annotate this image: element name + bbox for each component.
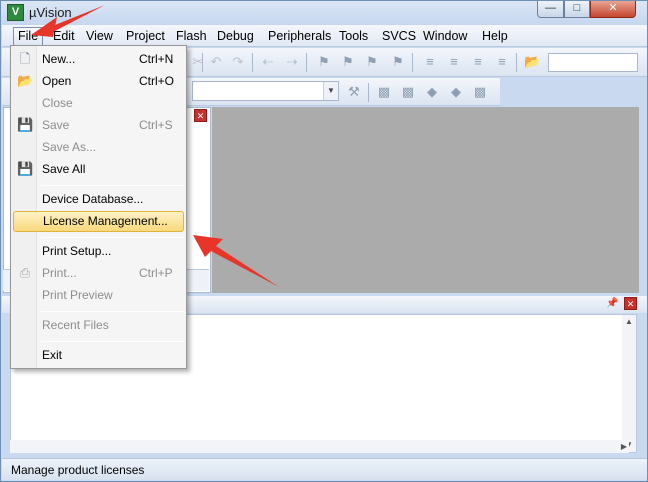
menu-separator (41, 185, 184, 186)
menu-separator (41, 341, 184, 342)
project-panel-close-icon[interactable]: ✕ (194, 109, 207, 122)
menu-item-label: Device Database... (42, 192, 144, 206)
comment-icon[interactable]: ≡ (470, 54, 486, 70)
toolbar-separator (252, 53, 253, 72)
bookmark-toggle-icon[interactable]: ⚑ (316, 54, 332, 70)
menu-item-exit[interactable]: Exit (13, 345, 184, 366)
toolbar-separator (306, 53, 307, 72)
menu-item-save[interactable]: 💾 Save Ctrl+S (13, 115, 184, 136)
menu-item-label: New... (42, 52, 76, 66)
menu-item-label: Print Setup... (42, 244, 112, 258)
save-all-icon: 💾 (17, 161, 34, 176)
menu-bar: File Edit View Project Flash Debug Perip… (2, 25, 647, 47)
find-in-files-icon[interactable]: 📂 (524, 54, 540, 70)
cut-icon[interactable]: ✂ (190, 54, 206, 70)
close-window-button[interactable]: ✕ (590, 1, 636, 18)
menu-separator (41, 237, 184, 238)
menu-item-print[interactable]: ⎙ Print... Ctrl+P (13, 263, 184, 284)
menu-item-device-database[interactable]: Device Database... (13, 189, 184, 210)
menu-item-label: Recent Files (42, 318, 109, 332)
menu-item-recent-files[interactable]: Recent Files (13, 315, 184, 336)
menu-separator (41, 311, 184, 312)
menu-item-shortcut: Ctrl+N (139, 52, 174, 66)
menu-item-label: Print... (42, 266, 77, 280)
menu-project[interactable]: Project (124, 28, 167, 45)
scroll-right-icon[interactable]: ▶ (621, 440, 627, 453)
menu-item-license-management[interactable]: License Management... (13, 211, 184, 232)
menu-item-label: Save As... (42, 140, 97, 154)
minimize-button[interactable]: — (537, 1, 564, 18)
title-bar: V µVision — □ ✕ (1, 1, 647, 25)
build-output-close-icon[interactable]: ✕ (624, 297, 637, 310)
open-folder-icon: 📂 (17, 73, 34, 88)
menu-item-save-as[interactable]: Save As... (13, 137, 184, 158)
indent-icon[interactable]: ≡ (422, 54, 438, 70)
print-icon: ⎙ (19, 265, 31, 280)
menu-item-print-setup[interactable]: Print Setup... (13, 241, 184, 262)
select-packs-icon[interactable]: ▩ (400, 84, 416, 100)
nav-forward-icon[interactable]: ⇢ (284, 54, 300, 70)
menu-flash[interactable]: Flash (174, 28, 209, 45)
menu-svcs[interactable]: SVCS (380, 28, 418, 45)
undo-icon[interactable]: ↶ (208, 54, 224, 70)
save-icon: 💾 (17, 117, 34, 132)
menu-file[interactable]: File (13, 27, 44, 46)
menu-item-label: Open (42, 74, 72, 88)
menu-item-shortcut: Ctrl+S (139, 118, 173, 132)
toolbar-separator (412, 53, 413, 72)
menu-item-save-all[interactable]: 💾 Save All (13, 159, 184, 180)
unindent-icon[interactable]: ≡ (446, 54, 462, 70)
menu-item-close[interactable]: Close (13, 93, 184, 114)
status-text: Manage product licenses (11, 463, 145, 477)
menu-item-label: Save (42, 118, 70, 132)
chevron-down-icon: ▼ (323, 82, 338, 100)
menu-peripherals[interactable]: Peripherals (266, 28, 333, 45)
menu-item-open[interactable]: 📂 Open Ctrl+O (13, 71, 184, 92)
nav-back-icon[interactable]: ⇠ (260, 54, 276, 70)
menu-item-label: License Management... (43, 214, 168, 228)
menu-window[interactable]: Window (421, 28, 469, 45)
status-bar: Manage product licenses (2, 458, 647, 480)
menu-item-new[interactable]: 🗋 New... Ctrl+N (13, 49, 184, 70)
environment-icon[interactable]: ◆ (448, 84, 464, 100)
horizontal-scrollbar[interactable]: ▶ (10, 440, 629, 453)
manage-components-icon[interactable]: ▩ (376, 84, 392, 100)
menu-help[interactable]: Help (480, 28, 510, 45)
menu-item-label: Close (42, 96, 73, 110)
editor-area (212, 107, 639, 293)
menu-item-shortcut: Ctrl+P (139, 266, 173, 280)
menu-debug[interactable]: Debug (215, 28, 256, 45)
maximize-button[interactable]: □ (564, 1, 590, 18)
menu-item-label: Save All (42, 162, 86, 176)
bookmark-next-icon[interactable]: ⚑ (364, 54, 380, 70)
menu-item-print-preview[interactable]: Print Preview (13, 285, 184, 306)
new-file-icon: 🗋 (19, 51, 31, 66)
menu-item-label: Print Preview (42, 288, 113, 302)
toolbar-separator (516, 53, 517, 72)
target-options-icon[interactable]: ⚒ (346, 84, 362, 100)
menu-edit[interactable]: Edit (51, 28, 77, 45)
scroll-up-icon[interactable]: ▲ (622, 315, 636, 329)
bookmark-clear-icon[interactable]: ⚑ (390, 54, 406, 70)
pack-installer-icon[interactable]: ◆ (424, 84, 440, 100)
menu-view[interactable]: View (84, 28, 115, 45)
redo-icon[interactable]: ↷ (230, 54, 246, 70)
toolbar-separator (368, 83, 369, 102)
window-title: µVision (29, 5, 72, 20)
uvision-window: V µVision — □ ✕ File Edit View Project F… (0, 0, 648, 482)
toolbar-separator (202, 53, 203, 72)
bookmark-prev-icon[interactable]: ⚑ (340, 54, 356, 70)
file-menu-dropdown: 🗋 New... Ctrl+N 📂 Open Ctrl+O Close 💾 Sa… (10, 45, 187, 369)
run-time-env-icon[interactable]: ▩ (472, 84, 488, 100)
menu-item-shortcut: Ctrl+O (139, 74, 175, 88)
find-input[interactable] (548, 53, 638, 72)
target-select[interactable]: ▼ (192, 81, 339, 101)
pin-icon[interactable]: 📌 (606, 298, 618, 310)
vertical-scrollbar[interactable]: ▲ ▼ (622, 315, 636, 452)
menu-item-label: Exit (42, 348, 63, 362)
uncomment-icon[interactable]: ≡ (494, 54, 510, 70)
uvision-app-icon: V (7, 4, 24, 21)
menu-tools[interactable]: Tools (337, 28, 370, 45)
